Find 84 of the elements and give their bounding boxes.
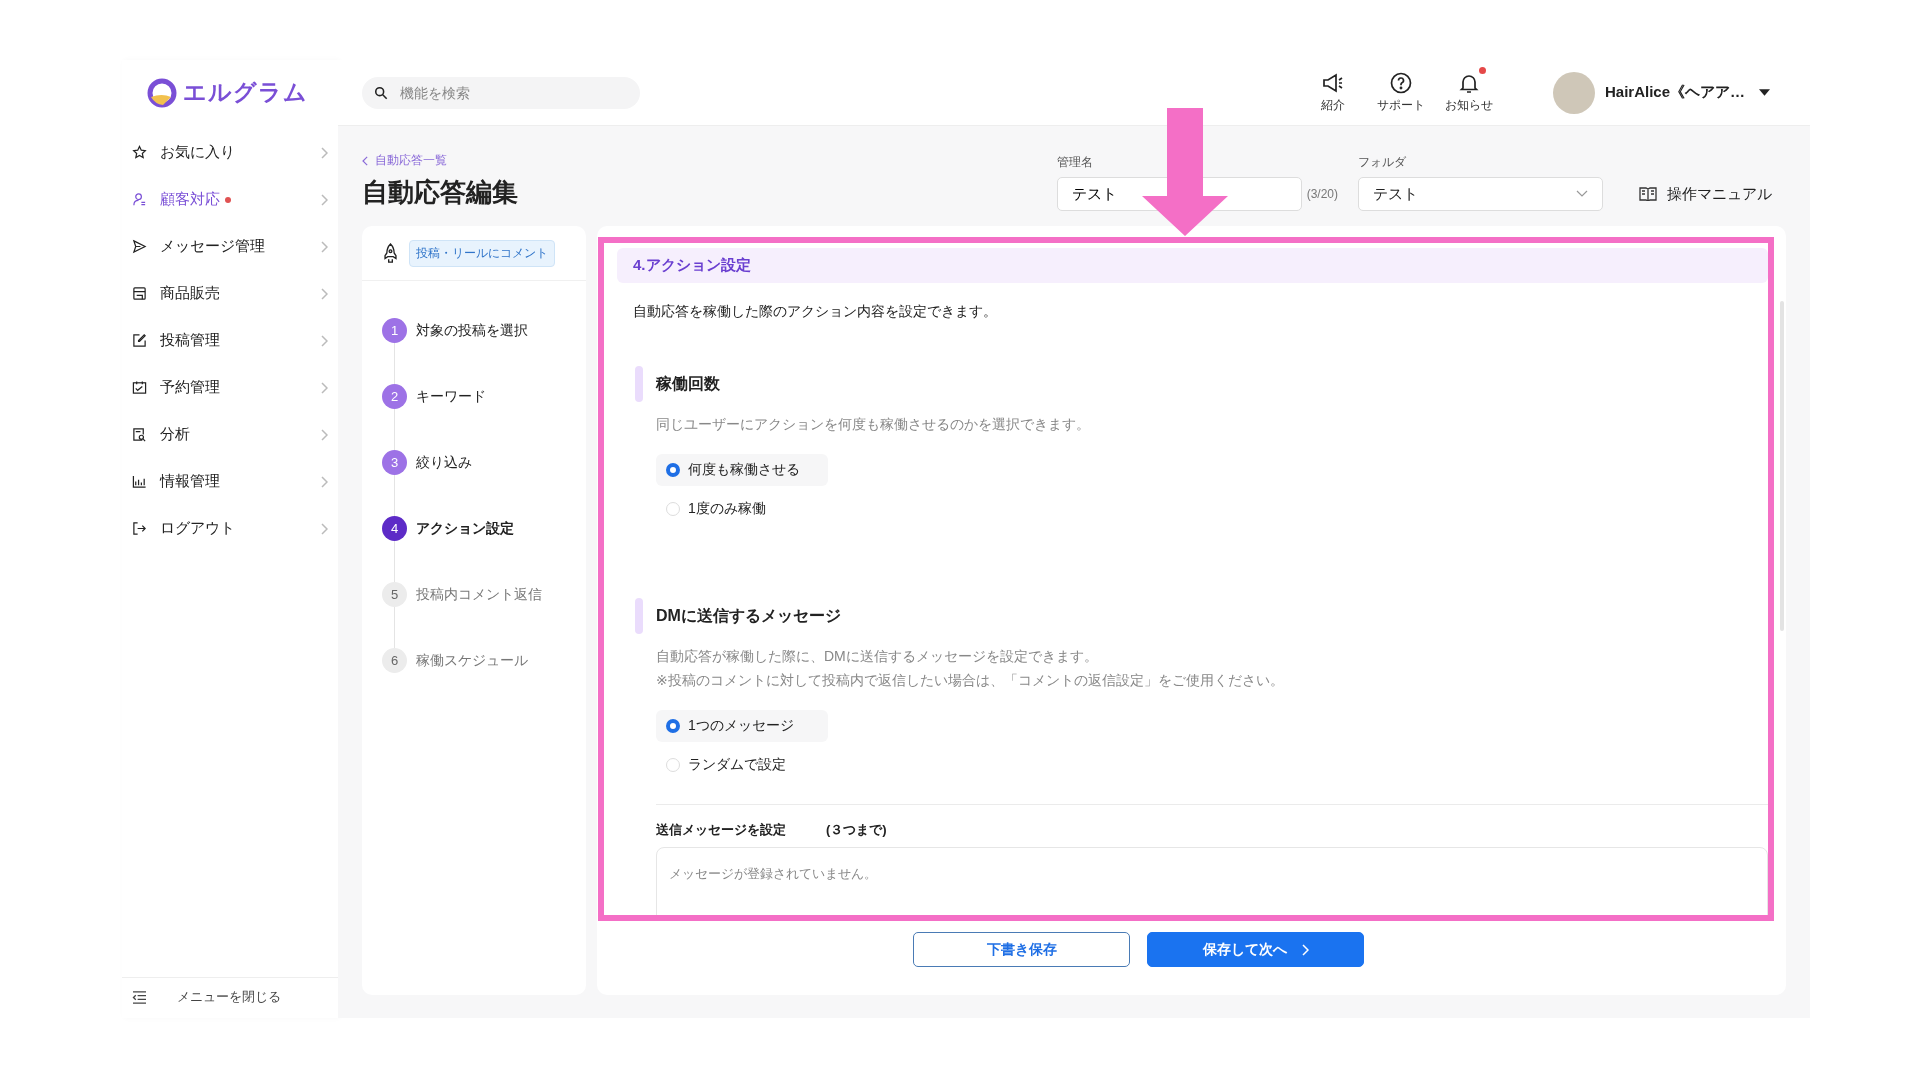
manual-link[interactable]: 操作マニュアル: [1639, 177, 1772, 211]
chevron-right-icon: [320, 146, 328, 159]
field-label: 管理名: [1056, 154, 1094, 171]
chevron-right-icon: [320, 240, 328, 253]
sidebar-item[interactable]: お気に入り: [122, 129, 338, 176]
save-next-button[interactable]: 保存して次へ: [1147, 932, 1364, 967]
radio-option[interactable]: ランダムで設定: [656, 749, 828, 781]
logout-icon: [132, 521, 147, 536]
menu-collapse-icon: [132, 990, 147, 1004]
caret-down-icon: [1759, 89, 1770, 96]
calendar-icon: [132, 380, 147, 395]
breadcrumb-link[interactable]: 自動応答一覧: [362, 152, 518, 169]
group-description: 自動応答が稼働した際に、DMに送信するメッセージを設定できます。: [656, 647, 1099, 666]
account-menu[interactable]: HairAlice《ヘアア…: [1552, 71, 1770, 114]
step-number: 2: [382, 384, 407, 409]
step-number: 1: [382, 318, 407, 343]
header-icon-button[interactable]: 紹介: [1298, 71, 1367, 114]
sidebar-item[interactable]: 顧客対応: [122, 176, 338, 223]
step-item[interactable]: 2 キーワード: [382, 384, 586, 409]
person-icon: [132, 192, 147, 207]
help-icon: [1388, 71, 1413, 95]
book-icon: [1639, 187, 1657, 201]
step-number: 6: [382, 648, 407, 673]
logo-icon: [147, 77, 177, 108]
chevron-left-icon: [362, 155, 369, 166]
group-title: DMに送信するメッセージ: [656, 605, 841, 626]
field-label: フォルダ: [1358, 154, 1407, 171]
sidebar-item[interactable]: 投稿管理: [122, 317, 338, 364]
megaphone-icon: [1320, 71, 1345, 95]
chart-icon: [132, 474, 147, 489]
radio-button[interactable]: [666, 463, 680, 477]
empty-message: メッセージが登録されていません。: [669, 866, 877, 881]
star-icon: [132, 145, 147, 160]
trigger-tag: 投稿・リールにコメント: [409, 239, 555, 267]
save-draft-button[interactable]: 下書き保存: [913, 932, 1130, 967]
folder-select[interactable]: テスト: [1358, 177, 1603, 211]
accent-bar: [635, 598, 643, 634]
message-list-title: 送信メッセージを設定: [656, 821, 786, 839]
rocket-icon: [382, 243, 399, 263]
radio-option[interactable]: 1度のみ稼働: [656, 493, 828, 525]
section-description: 自動応答を稼働した際のアクション内容を設定できます。: [633, 303, 998, 321]
chevron-right-icon: [320, 334, 328, 347]
chevron-right-icon: [320, 193, 328, 206]
sidebar-item[interactable]: 商品販売: [122, 270, 338, 317]
chevron-right-icon: [320, 428, 328, 441]
page-title: 自動応答編集: [362, 176, 518, 209]
chevron-right-icon: [320, 287, 328, 300]
chevron-right-icon: [320, 475, 328, 488]
section-header: 4.アクション設定: [617, 248, 1768, 283]
step-item[interactable]: 4 アクション設定: [382, 516, 586, 541]
step-item[interactable]: 5 投稿内コメント返信: [382, 582, 586, 607]
radio-option[interactable]: 1つのメッセージ: [656, 710, 828, 742]
logo-text: エルグラム: [183, 78, 308, 107]
sidebar-item[interactable]: ログアウト: [122, 505, 338, 552]
group-description: 同じユーザーにアクションを何度も稼働させるのかを選択できます。: [656, 415, 1091, 434]
sidebar-item[interactable]: メッセージ管理: [122, 223, 338, 270]
character-count: (3/20): [1306, 187, 1338, 201]
radio-option[interactable]: 何度も稼働させる: [656, 454, 828, 486]
report-icon: [132, 427, 147, 442]
search-field[interactable]: 機能を検索: [362, 76, 640, 109]
message-limit: (３つまで): [826, 821, 887, 839]
sidebar-item[interactable]: 分析: [122, 411, 338, 458]
chevron-right-icon: [320, 522, 328, 535]
radio-button[interactable]: [666, 719, 680, 733]
step-number: 3: [382, 450, 407, 475]
chevron-down-icon: [1576, 190, 1588, 198]
header-icon-button[interactable]: サポート: [1366, 71, 1435, 114]
avatar-placeholder: [1552, 71, 1595, 114]
header-icon-button[interactable]: お知らせ: [1434, 71, 1503, 114]
accent-bar: [635, 366, 643, 402]
step-number: 5: [382, 582, 407, 607]
group-description: ※投稿のコメントに対して投稿内で返信したい場合は、「コメントの返信設定」をご使用ください。: [656, 671, 1285, 690]
sidebar-item[interactable]: 予約管理: [122, 364, 338, 411]
edit-icon: [132, 333, 147, 348]
step-item[interactable]: 6 稼働スケジュール: [382, 648, 586, 673]
step-number: 4: [382, 516, 407, 541]
step-item[interactable]: 1 対象の投稿を選択: [382, 318, 586, 343]
group-title: 稼働回数: [656, 373, 720, 394]
store-icon: [132, 286, 147, 301]
step-item[interactable]: 3 絞り込み: [382, 450, 586, 475]
chevron-right-icon: [320, 381, 328, 394]
search-icon: [374, 85, 388, 100]
sidebar-item[interactable]: 情報管理: [122, 458, 338, 505]
send-icon: [132, 239, 147, 254]
